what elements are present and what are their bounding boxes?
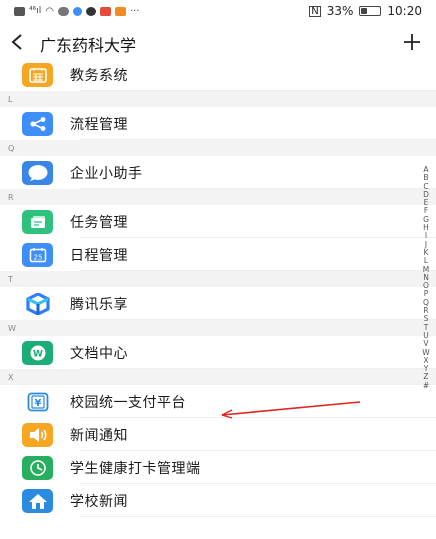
app-name-label: 校园统一支付平台: [70, 394, 186, 411]
app-name-label: 任务管理: [70, 214, 128, 231]
app-list-item[interactable]: 流程管理: [0, 107, 436, 140]
section-header-l: L: [0, 91, 436, 107]
battery-icon: [359, 6, 382, 16]
clock-icon: [22, 455, 53, 480]
row-divider: [80, 188, 436, 189]
app-header: 广东药科大学: [0, 27, 436, 61]
chat-icon: [85, 6, 96, 16]
row-divider: [80, 270, 436, 271]
section-header-r: R: [0, 189, 436, 205]
alphabet-index[interactable]: A B C D E F G H I J K L M N O P Q R S T U V W X Y Z #: [420, 165, 432, 390]
app-list-item[interactable]: 教务系统: [0, 58, 436, 91]
signal-icon: ⁴⁶ıl: [29, 6, 42, 16]
app-list-item[interactable]: W 文档中心: [0, 336, 436, 369]
app-name-label: 学校新闻: [70, 493, 128, 510]
svg-text:¥: ¥: [34, 398, 41, 409]
row-divider: [80, 516, 436, 517]
document-w-icon: W: [22, 340, 53, 365]
plus-icon[interactable]: [402, 32, 426, 56]
app-name-label: 学生健康打卡管理端: [70, 460, 201, 477]
section-header-t: T: [0, 271, 436, 287]
section-header-x: X: [0, 369, 436, 385]
yuan-payment-icon: ¥: [22, 390, 53, 414]
cloud-icon: [57, 6, 69, 16]
back-icon[interactable]: [10, 33, 34, 56]
status-bar: ⁴⁶ıl ◠ ··· N 33% 10:20: [0, 0, 436, 22]
app-icon-orange: [114, 6, 126, 16]
speaker-icon: [22, 422, 53, 447]
more-notifications-icon: ···: [129, 5, 140, 17]
app-list-item[interactable]: 任务管理: [0, 205, 436, 238]
app-name-label: 腾讯乐享: [70, 296, 128, 313]
chat-bubble-icon: [22, 160, 53, 185]
task-card-icon: [22, 209, 53, 234]
calendar-25-icon: 25: [22, 242, 53, 267]
page-title: 广东药科大学: [40, 36, 137, 55]
row-divider: [80, 319, 436, 320]
chevron-left-icon: [11, 33, 22, 50]
lexiang-logo-icon: [22, 292, 53, 316]
app-icon-red: [99, 6, 111, 16]
sim-icon: [14, 6, 25, 16]
app-list-item[interactable]: 学校新闻: [0, 484, 436, 517]
app-name-label: 流程管理: [70, 116, 128, 133]
wifi-icon: ◠: [45, 5, 54, 17]
row-divider: [80, 139, 436, 140]
clock-time: 10:20: [387, 4, 422, 18]
app-list-item[interactable]: 企业小助手: [0, 156, 436, 189]
row-divider: [80, 368, 436, 369]
home-icon: [22, 488, 53, 513]
app-name-label: 企业小助手: [70, 165, 143, 182]
add-icon: [404, 34, 420, 50]
share-nodes-icon: [22, 111, 53, 136]
section-header-q: Q: [0, 140, 436, 156]
app-name-label: 日程管理: [70, 247, 128, 264]
calendar-grid-icon: [22, 62, 53, 87]
app-list-item[interactable]: 学生健康打卡管理端: [0, 451, 436, 484]
status-icons: ⁴⁶ıl ◠ ···: [14, 6, 309, 17]
app-list-item[interactable]: 25 日程管理: [0, 238, 436, 271]
battery-percent: 33%: [326, 4, 354, 18]
nfc-icon: N: [309, 5, 321, 17]
section-header-w: W: [0, 320, 436, 336]
app-name-label: 新闻通知: [70, 427, 128, 444]
svg-text:25: 25: [33, 253, 42, 261]
index-letter[interactable]: #: [423, 381, 429, 390]
row-divider: [80, 90, 436, 91]
app-list-item[interactable]: 腾讯乐享: [0, 287, 436, 320]
app-name-label: 教务系统: [70, 67, 128, 84]
app-list: 教务系统 L 流程管理 Q 企业小助手 R 任务管理 25 日程管理 T 腾讯乐享 W W 文档中心 X ¥ 校…: [0, 58, 436, 517]
battery-fill: [361, 8, 368, 14]
app-list-item[interactable]: ¥ 校园统一支付平台: [0, 385, 436, 418]
svg-text:W: W: [33, 349, 43, 359]
app-list-item[interactable]: 新闻通知: [0, 418, 436, 451]
app-icon-blue: [72, 6, 82, 16]
app-name-label: 文档中心: [70, 345, 128, 362]
status-right: N 33% 10:20: [309, 4, 422, 18]
